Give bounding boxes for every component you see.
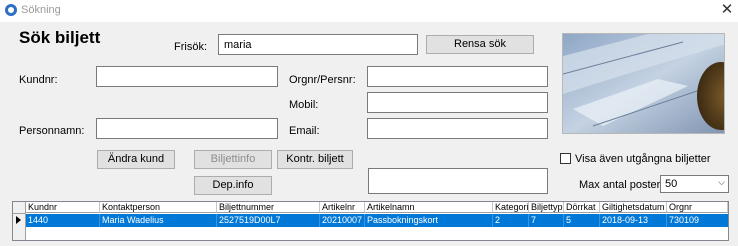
table-cell: 2527519D00L7: [217, 214, 320, 227]
kundnr-label: Kundnr:: [19, 74, 58, 86]
table-cell: 1440: [26, 214, 100, 227]
rensa-sok-button[interactable]: Rensa sök: [426, 35, 534, 54]
title-bar: [0, 0, 738, 22]
column-header-giltighetsdatum[interactable]: Giltighetsdatum: [600, 202, 667, 213]
column-header-artikelnamn[interactable]: Artikelnamn: [365, 202, 493, 213]
column-header-biljettyp[interactable]: Biljettyp: [529, 202, 564, 213]
mobil-input[interactable]: [367, 92, 548, 113]
andra-kund-button[interactable]: Ändra kund: [97, 150, 175, 169]
chevron-down-icon: ⌵: [718, 177, 725, 187]
table-cell: Maria Wadelius: [100, 214, 217, 227]
frisok-label: Frisök:: [174, 41, 207, 53]
max-rows-label: Max antal poster:: [579, 179, 664, 191]
webcam-image: [563, 34, 724, 133]
kundnr-input[interactable]: [96, 66, 278, 87]
column-header-kontaktperson[interactable]: Kontaktperson: [100, 202, 217, 213]
biljettinfo-button[interactable]: Biljettinfo: [194, 150, 272, 169]
results-grid[interactable]: Kundnr Kontaktperson Biljettnummer Artik…: [12, 201, 729, 241]
personnamn-input[interactable]: [96, 118, 278, 139]
table-cell: Passbokningskort: [365, 214, 493, 227]
orgnr-label: Orgnr/Persnr:: [289, 74, 356, 86]
row-pointer-icon: [16, 216, 21, 224]
table-cell: 730109: [669, 215, 700, 225]
max-rows-value: 50: [665, 178, 678, 190]
table-cell: 5: [564, 214, 600, 227]
table-cell: 7: [529, 214, 564, 227]
table-cell: 2018-09-13: [600, 214, 667, 227]
kontr-biljett-button[interactable]: Kontr. biljett: [277, 150, 353, 169]
app-icon: [5, 4, 17, 16]
show-expired-label: Visa även utgångna biljetter: [575, 153, 711, 165]
column-header-dorrkat[interactable]: Dörrkat: [564, 202, 600, 213]
extra-field[interactable]: [368, 168, 548, 194]
row-header: [13, 202, 26, 240]
close-icon[interactable]: ✕: [718, 1, 736, 19]
show-expired-checkbox[interactable]: [560, 153, 571, 164]
table-cell: 20210007: [320, 214, 365, 227]
table-cell: 2: [493, 214, 529, 227]
column-header-kategori[interactable]: Kategori: [493, 202, 529, 213]
column-header-kundnr[interactable]: Kundnr: [26, 202, 100, 213]
orgnr-input[interactable]: [367, 66, 548, 87]
dep-info-button[interactable]: Dep.info: [194, 176, 272, 195]
grid-corner: [13, 202, 25, 214]
column-header-orgnr[interactable]: Orgnr: [667, 202, 728, 213]
webcam-preview: [562, 33, 725, 134]
page-title: Sök biljett: [19, 28, 101, 47]
window-title: Sökning: [21, 4, 61, 16]
max-rows-select[interactable]: 50 ⌵: [660, 175, 729, 193]
frisok-input[interactable]: maria: [218, 34, 418, 55]
email-label: Email:: [289, 125, 320, 137]
email-input[interactable]: [367, 118, 548, 139]
column-header-artikelnr[interactable]: Artikelnr: [320, 202, 365, 213]
personnamn-label: Personnamn:: [19, 125, 85, 137]
column-header-biljettnummer[interactable]: Biljettnummer: [217, 202, 320, 213]
mobil-label: Mobil:: [289, 99, 319, 111]
